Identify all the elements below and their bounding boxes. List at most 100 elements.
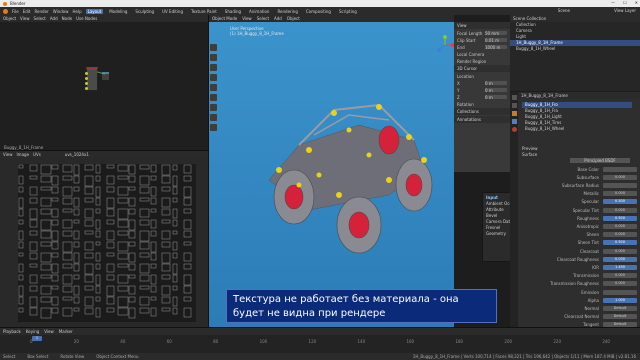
uv-layout-image[interactable] [18,164,196,322]
node-input-socket[interactable] [85,72,88,75]
cursor-x-field[interactable]: 0 m [485,81,507,86]
surface-section[interactable]: Surface [522,152,537,157]
buggy-3d-model[interactable] [239,85,439,255]
viewport-view-menu[interactable]: View [242,16,252,21]
tab-modeling[interactable]: Modeling [107,9,129,14]
property-value-field[interactable]: 0.000 [603,223,637,229]
outliner-item[interactable]: Buggy_8_1H_Wheel [510,46,640,52]
blender-logo-icon[interactable] [3,8,8,14]
clip-start-field[interactable]: 0.01 m [485,38,507,43]
property-value-field[interactable]: 0.500 [603,215,637,221]
property-value-field[interactable]: 0.000 [603,174,637,180]
node-input-socket[interactable] [85,87,88,90]
property-value-field[interactable] [603,166,637,172]
3d-viewport[interactable]: Object Mode View Select Add Object User … [209,15,454,327]
maximize-button[interactable]: ☐ [623,0,627,5]
tab-sculpting[interactable]: Sculpting [133,9,156,14]
menu-edit[interactable]: Edit [23,9,31,14]
cursor-tool-icon[interactable] [210,54,217,61]
node-editor-object-menu[interactable]: Object [3,16,16,21]
property-value-field[interactable]: Default [603,314,637,320]
uv-uvs-menu[interactable]: UVs [33,152,41,157]
property-value-field[interactable]: Default [603,305,637,311]
outliner-header[interactable]: Scene Collection [510,15,640,22]
keying-menu[interactable]: Keying [26,329,39,334]
move-tool-icon[interactable] [210,64,217,71]
npanel-section-3d-cursor[interactable]: 3D Cursor [454,65,510,72]
viewport-add-menu[interactable]: Add [274,16,282,21]
property-value-field[interactable]: 0.000 [603,273,637,279]
scale-tool-icon[interactable] [210,84,217,91]
select-box-tool-icon[interactable] [210,44,217,51]
tab-rendering[interactable]: Rendering [275,9,299,14]
tab-uv-editing[interactable]: UV Editing [160,9,185,14]
uv-image-menu[interactable]: Image [17,152,30,157]
property-value-field[interactable]: 1.450 [603,264,637,270]
tab-texture-paint[interactable]: Texture Paint [189,9,219,14]
node-input-socket[interactable] [85,82,88,85]
viewport-select-menu[interactable]: Select [257,16,269,21]
timeline-ruler[interactable]: 0 20 40 60 80 100 120 140 160 180 200 220 240 [30,339,610,347]
annotate-tool-icon[interactable] [210,104,217,111]
measure-tool-icon[interactable] [210,114,217,121]
modifier-tab-icon[interactable] [511,119,517,124]
property-value-field[interactable]: 0.500 [603,240,637,246]
menu-help[interactable]: Help [72,9,81,14]
navigation-gizmo-icon[interactable] [435,35,454,55]
node-input-socket[interactable] [85,77,88,80]
npanel-section-annotations[interactable]: Annotations [454,116,510,123]
focal-length-field[interactable]: 50 mm [485,31,507,36]
output-tab-icon[interactable] [511,103,517,108]
property-value-field[interactable]: 0.500 [603,199,637,205]
uv-image-editor[interactable]: View Image UVs uvs_1024x1 [0,150,209,327]
minimize-button[interactable]: — [611,0,615,5]
property-value-field[interactable]: 0.000 [603,191,637,197]
render-tab-icon[interactable] [511,95,517,100]
playback-menu[interactable]: Playback [3,329,21,334]
surface-shader-dropdown[interactable]: Principled BSDF [570,158,630,163]
uv-image-name[interactable]: uvs_1024x1 [65,152,89,157]
preview-section[interactable]: Preview [522,146,538,151]
node-editor-select-menu[interactable]: Select [34,16,46,21]
timeline-editor[interactable]: Playback Keying View Marker 0 20 40 60 80 100… [0,327,640,353]
material-tab-icon[interactable] [511,127,517,132]
add-cube-tool-icon[interactable] [210,124,217,131]
npanel-section-view[interactable]: View [454,22,510,29]
scene-selector[interactable]: Scene [558,8,570,13]
tab-scripting[interactable]: Scripting [337,9,359,14]
transform-tool-icon[interactable] [210,94,217,101]
view-layer-selector[interactable]: View Layer [614,8,636,13]
tab-layout[interactable]: Layout [85,8,104,14]
current-frame-indicator[interactable]: 1 [32,336,42,341]
property-value-field[interactable]: 0.000 [603,281,637,287]
property-value-field[interactable]: 0.030 [603,256,637,262]
marker-menu[interactable]: Marker [59,329,73,334]
close-button[interactable]: ✕ [635,0,638,5]
npanel-section-collections[interactable]: Collections [454,108,510,115]
property-value-field[interactable]: 0.000 [603,232,637,238]
property-value-field[interactable]: 0.000 [603,248,637,254]
viewport-object-menu[interactable]: Object [287,16,300,21]
shader-node-editor[interactable]: Object View Select Add Node Use Nodes Bu… [0,15,209,150]
material-slot[interactable]: Buggy_8_1H_Wheel [522,126,632,132]
menu-render[interactable]: Render [34,9,48,14]
cursor-y-field[interactable]: 0 m [485,88,507,93]
node-editor-view-menu[interactable]: View [20,16,30,21]
node-editor-add-menu[interactable]: Add [50,16,58,21]
uv-view-menu[interactable]: View [3,152,13,157]
tab-animation[interactable]: Animation [247,9,271,14]
menu-file[interactable]: File [12,9,19,14]
property-value-field[interactable] [603,182,637,188]
rotate-tool-icon[interactable] [210,74,217,81]
use-nodes-toggle[interactable]: Use Nodes [76,16,97,21]
property-value-field[interactable]: 1.000 [603,297,637,303]
object-tab-icon[interactable] [511,111,517,116]
cursor-z-field[interactable]: 0 m [485,95,507,100]
menu-window[interactable]: Window [53,9,69,14]
node-editor-node-menu[interactable]: Node [62,16,72,21]
tab-compositing[interactable]: Compositing [304,9,333,14]
property-value-field[interactable] [603,289,637,295]
timeline-view-menu[interactable]: View [44,329,54,334]
property-value-field[interactable]: 0.000 [603,207,637,213]
tab-shading[interactable]: Shading [223,9,243,14]
